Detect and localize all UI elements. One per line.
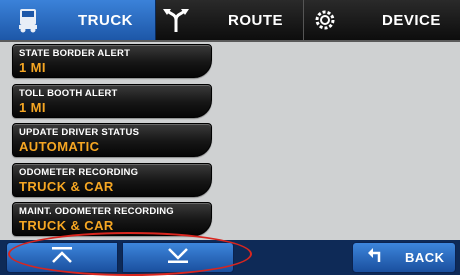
route-fork-icon	[158, 8, 194, 32]
scroll-top-button[interactable]	[6, 242, 118, 273]
back-label: BACK	[405, 250, 445, 265]
setting-toll-booth-alert[interactable]: TOLL BOOTH ALERT 1 MI	[12, 83, 212, 118]
setting-odometer-recording[interactable]: ODOMETER RECORDING TRUCK & CAR	[12, 162, 212, 197]
setting-value: TRUCK & CAR	[19, 218, 114, 233]
tab-route[interactable]: ROUTE	[156, 0, 304, 40]
setting-label: TOLL BOOTH ALERT	[19, 87, 118, 99]
scroll-to-top-icon	[50, 246, 74, 269]
scroll-down-icon	[166, 246, 190, 269]
setting-label: STATE BORDER ALERT	[19, 48, 131, 59]
tab-device-label: DEVICE	[382, 11, 441, 29]
bottom-bar: BACK	[0, 240, 460, 275]
setting-update-driver-status[interactable]: UPDATE DRIVER STATUS AUTOMATIC	[12, 123, 212, 157]
setting-label: UPDATE DRIVER STATUS	[19, 127, 140, 138]
back-arrow-icon	[367, 247, 383, 268]
setting-state-border-alert[interactable]: STATE BORDER ALERT 1 MI	[12, 44, 212, 78]
tab-route-label: ROUTE	[228, 11, 283, 29]
setting-value: AUTOMATIC	[19, 139, 100, 154]
scroll-down-button[interactable]	[122, 242, 234, 273]
setting-maint-odometer-recording[interactable]: MAINT. ODOMETER RECORDING TRUCK & CAR	[12, 202, 212, 236]
tab-device[interactable]: DEVICE	[304, 0, 460, 40]
tab-truck[interactable]: TRUCK	[0, 0, 156, 40]
settings-list: STATE BORDER ALERT 1 MI TOLL BOOTH ALERT…	[12, 44, 212, 242]
setting-label: ODOMETER RECORDING	[19, 166, 139, 178]
setting-value: TRUCK & CAR	[19, 178, 114, 194]
tab-bar: TRUCK ROUTE DEVICE	[0, 0, 460, 42]
settings-screen: TRUCK ROUTE DEVICE STATE BORDER ALERT 1 …	[0, 0, 460, 276]
setting-label: MAINT. ODOMETER RECORDING	[19, 206, 174, 217]
setting-value: 1 MI	[19, 60, 46, 75]
tab-truck-label: TRUCK	[78, 11, 133, 29]
gear-icon	[310, 9, 340, 31]
setting-value: 1 MI	[19, 99, 46, 115]
back-button[interactable]: BACK	[352, 242, 456, 273]
truck-icon	[6, 7, 50, 33]
